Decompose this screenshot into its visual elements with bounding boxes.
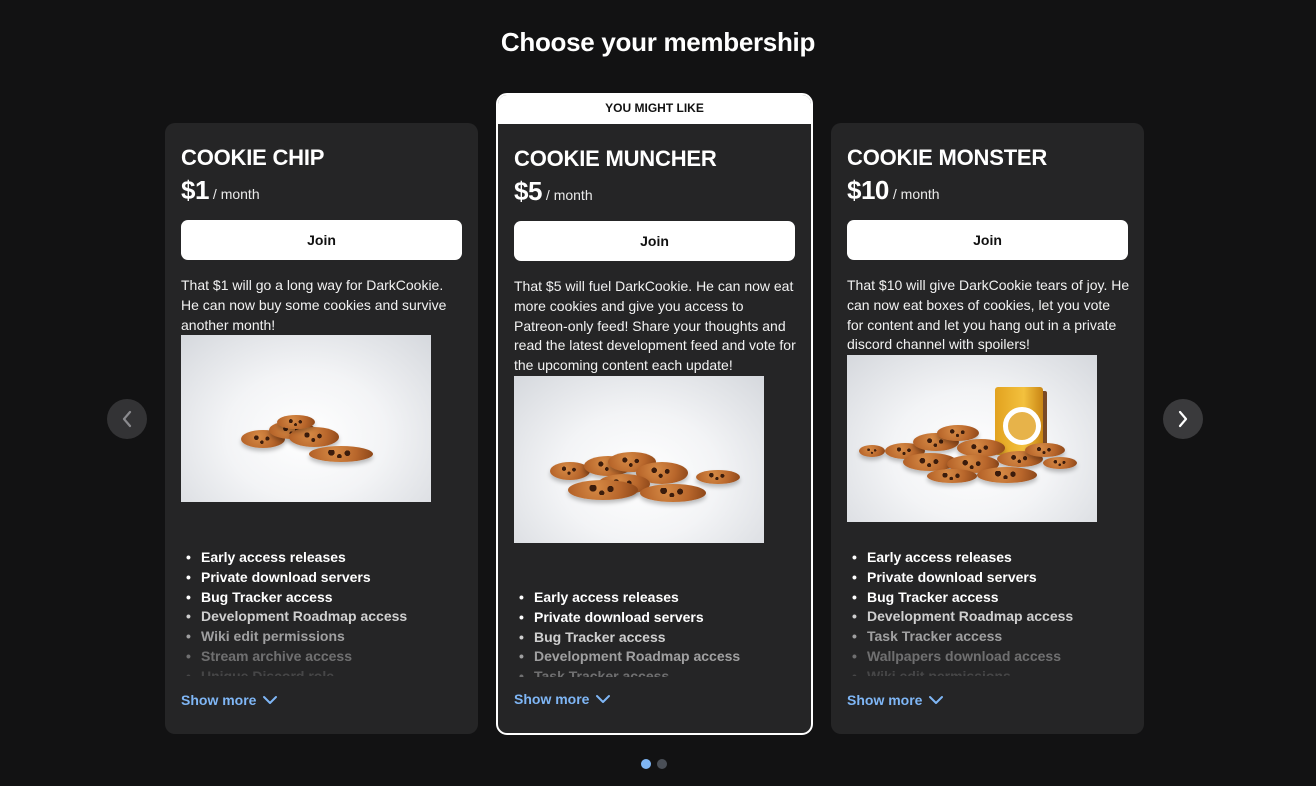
tier-period: / month (212, 186, 260, 202)
chevron-down-icon (263, 696, 278, 704)
pagination-dot[interactable] (641, 759, 651, 769)
tier-card-cookie-chip: COOKIE CHIP $1 / month Join That $1 will… (165, 123, 478, 734)
featured-tag: YOU MIGHT LIKE (498, 95, 811, 124)
feature-item: Early access releases (847, 548, 1129, 568)
tier-card-cookie-muncher: YOU MIGHT LIKE COOKIE MUNCHER $5 / month… (496, 93, 813, 735)
feature-item: Stream archive access (181, 647, 463, 667)
feature-item: Wiki edit permissions (181, 627, 463, 647)
chevron-right-icon (1178, 410, 1188, 428)
feature-item: Task Tracker access (514, 667, 796, 677)
feature-list: Early access releasesPrivate download se… (847, 548, 1129, 676)
tier-name: COOKIE MUNCHER (514, 146, 717, 171)
tier-description: That $10 will give DarkCookie tears of j… (847, 277, 1130, 353)
tier-image (847, 355, 1097, 523)
join-button[interactable]: Join (847, 220, 1128, 260)
carousel-next-button[interactable] (1163, 399, 1203, 439)
tier-price: $5 (514, 176, 542, 206)
tier-image (181, 335, 431, 503)
tier-description: That $1 will go a long way for DarkCooki… (181, 277, 447, 333)
feature-list: Early access releasesPrivate download se… (181, 548, 463, 676)
tier-card-cookie-monster: COOKIE MONSTER $10 / month Join That $10… (831, 123, 1144, 734)
tier-name: COOKIE CHIP (181, 145, 325, 170)
tier-name: COOKIE MONSTER (847, 145, 1048, 170)
feature-item: Private download servers (847, 568, 1129, 588)
feature-item: Private download servers (181, 568, 463, 588)
tier-image (514, 375, 764, 543)
feature-list: Early access releasesPrivate download se… (514, 588, 796, 677)
tier-period: / month (545, 187, 593, 203)
show-more-link[interactable]: Show more (514, 691, 611, 707)
feature-item: Task Tracker access (847, 627, 1129, 647)
feature-item: Bug Tracker access (847, 588, 1129, 608)
feature-item: Wallpapers download access (847, 647, 1129, 667)
chevron-down-icon (929, 696, 944, 704)
join-button[interactable]: Join (514, 221, 795, 261)
tier-price: $10 (847, 175, 889, 205)
pagination-dot[interactable] (657, 759, 667, 769)
page-title: Choose your membership (500, 27, 816, 57)
feature-item: Development Roadmap access (514, 647, 796, 667)
tier-price: $1 (181, 175, 209, 205)
feature-item: Development Roadmap access (181, 607, 463, 627)
feature-item: Private download servers (514, 608, 796, 628)
carousel-pagination (641, 759, 667, 769)
feature-item: Early access releases (514, 588, 796, 608)
chevron-left-icon (122, 410, 132, 428)
show-more-link[interactable]: Show more (847, 692, 944, 708)
feature-item: Development Roadmap access (847, 607, 1129, 627)
feature-item: Bug Tracker access (514, 628, 796, 648)
feature-item: Early access releases (181, 548, 463, 568)
join-button[interactable]: Join (181, 220, 462, 260)
tier-period: / month (892, 186, 940, 202)
feature-item: Bug Tracker access (181, 588, 463, 608)
tier-description: That $5 will fuel DarkCookie. He can now… (514, 278, 796, 374)
carousel-prev-button[interactable] (107, 399, 147, 439)
feature-item: Unique Discord role (181, 667, 463, 676)
feature-item: Wiki edit permissions (847, 667, 1129, 676)
show-more-link[interactable]: Show more (181, 692, 278, 708)
chevron-down-icon (596, 695, 611, 703)
